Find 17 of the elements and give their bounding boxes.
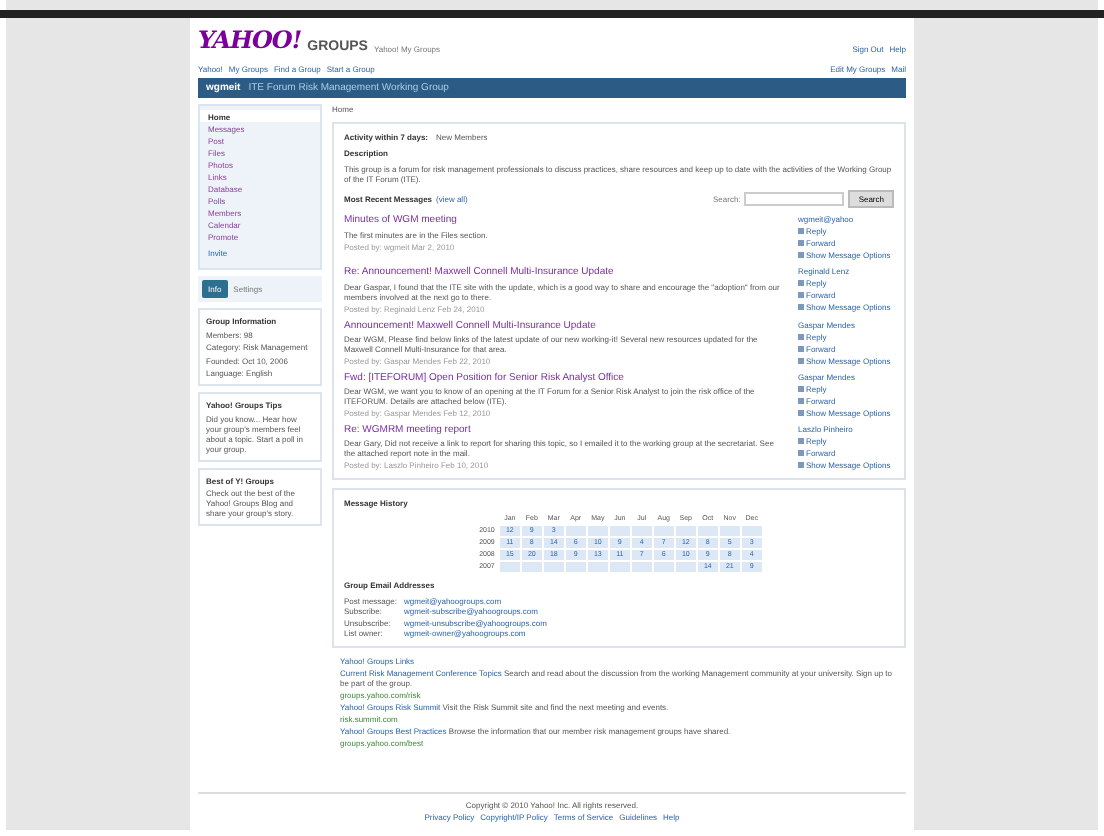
square-icon [798, 304, 804, 311]
search-field[interactable] [744, 192, 845, 207]
square-icon [798, 240, 804, 247]
square-icon [798, 228, 804, 235]
square-icon [798, 333, 804, 339]
square-icon [798, 385, 804, 392]
square-icon [798, 462, 804, 468]
square-icon [798, 292, 804, 299]
square-icon [798, 397, 804, 404]
square-icon [798, 450, 804, 456]
square-icon [798, 438, 804, 444]
square-icon [798, 357, 804, 363]
square-icon [798, 252, 804, 259]
square-icon [798, 280, 804, 287]
square-icon [798, 409, 804, 416]
square-icon [798, 345, 804, 351]
yahoo-logo[interactable]: YAHOO! [198, 26, 302, 54]
